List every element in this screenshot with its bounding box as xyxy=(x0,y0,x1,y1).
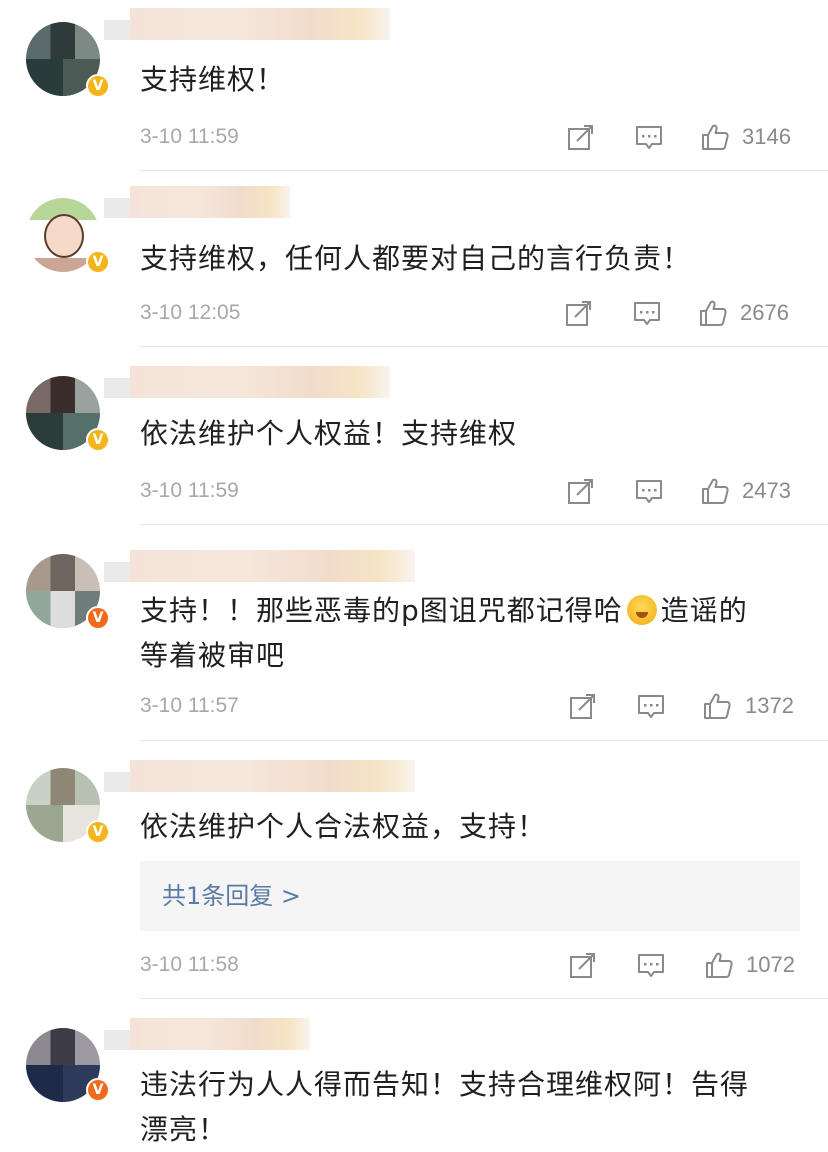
share-icon[interactable] xyxy=(566,476,596,506)
comment-time: 3-10 11:59 xyxy=(140,125,239,148)
comment-text: 支持维权！ xyxy=(140,63,286,96)
like-count: 3146 xyxy=(742,124,791,149)
share-icon[interactable] xyxy=(568,950,598,980)
comment-text: 依法维护个人权益！支持维权 xyxy=(140,417,518,450)
comment-text-part: 等着被审吧 xyxy=(140,639,286,672)
verified-badge-icon: V xyxy=(86,820,110,844)
divider xyxy=(140,740,828,741)
verified-badge-icon: V xyxy=(86,250,110,274)
comment-icon[interactable] xyxy=(636,950,666,980)
reply-preview[interactable]: 共1条回复 > xyxy=(140,861,800,931)
view-replies-link[interactable]: 共1条回复 > xyxy=(162,879,301,913)
comment-time: 3-10 11:59 xyxy=(140,479,239,502)
like-count: 2473 xyxy=(742,478,791,503)
like-count: 1072 xyxy=(746,952,795,977)
comment-icon[interactable] xyxy=(634,122,664,152)
hug-emoji-icon xyxy=(626,595,657,625)
comment-text: 依法维护个人合法权益，支持！ xyxy=(140,810,547,843)
comment-time: 3-10 11:57 xyxy=(140,694,239,717)
username-blurred[interactable] xyxy=(104,366,390,398)
comment-icon[interactable] xyxy=(636,691,666,721)
verified-badge-icon: V xyxy=(86,74,110,98)
like-count: 1372 xyxy=(745,693,794,718)
comment-icon[interactable] xyxy=(632,298,662,328)
divider xyxy=(140,170,828,171)
share-icon[interactable] xyxy=(564,298,594,328)
username-blurred[interactable] xyxy=(104,760,415,792)
thumbs-up-icon[interactable] xyxy=(698,298,728,328)
username-blurred[interactable] xyxy=(104,186,290,218)
comment-icon[interactable] xyxy=(634,476,664,506)
share-icon[interactable] xyxy=(566,122,596,152)
comment-time: 3-10 11:58 xyxy=(140,953,239,976)
username-blurred[interactable] xyxy=(104,1018,310,1050)
comment-text-part: 造谣的 xyxy=(660,594,748,627)
divider xyxy=(140,524,828,525)
thumbs-up-icon[interactable] xyxy=(704,950,734,980)
comment-text: 支持！！那些恶毒的p图诅咒都记得哈 造谣的 等着被审吧 xyxy=(140,588,810,678)
verified-badge-icon: V xyxy=(86,606,110,630)
username-blurred[interactable] xyxy=(104,550,415,582)
comment-time: 3-10 12:05 xyxy=(140,301,241,324)
comment-text: 支持维权，任何人都要对自己的言行负责！ xyxy=(140,242,692,275)
like-count: 2676 xyxy=(740,300,789,325)
comment-text-part: 支持！！那些恶毒的p图诅咒都记得哈 xyxy=(140,594,623,627)
username-blurred[interactable] xyxy=(104,8,390,40)
verified-badge-icon: V xyxy=(86,428,110,452)
thumbs-up-icon[interactable] xyxy=(700,122,730,152)
thumbs-up-icon[interactable] xyxy=(700,476,730,506)
share-icon[interactable] xyxy=(568,691,598,721)
divider xyxy=(140,998,828,999)
comment-text-part: 违法行为人人得而告知！支持合理维权阿！告得 xyxy=(140,1068,750,1101)
verified-badge-icon: V xyxy=(86,1078,110,1102)
comment-text: 违法行为人人得而告知！支持合理维权阿！告得 漂亮！ xyxy=(140,1062,810,1152)
thumbs-up-icon[interactable] xyxy=(702,691,732,721)
divider xyxy=(140,346,828,347)
comment-text-part: 漂亮！ xyxy=(140,1113,228,1146)
